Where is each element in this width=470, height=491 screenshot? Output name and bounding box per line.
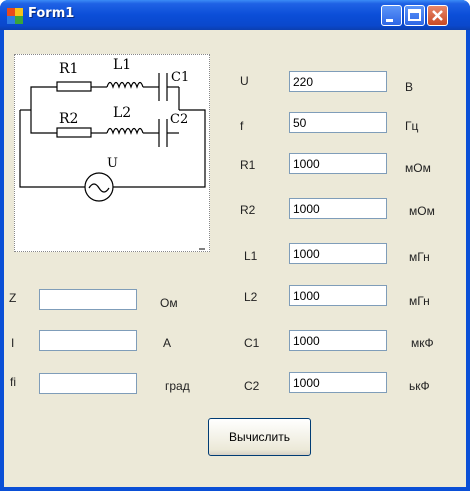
label-c2-param: C2 [244,379,260,393]
window-title: Form1 [28,6,75,21]
app-icon [7,8,23,24]
unit-c2: ькФ [409,379,430,393]
f-input[interactable] [289,112,387,133]
label-u: U [107,156,118,171]
fi-output[interactable] [39,373,137,394]
label-fi: fi [10,375,16,389]
label-l2-param: L2 [244,290,258,304]
label-l2: L2 [113,105,131,121]
label-r1: R1 [59,61,78,77]
label-r2: R2 [59,111,78,127]
label-c2: C2 [170,112,188,127]
c2-input[interactable] [289,372,387,393]
unit-c1: мкФ [411,336,434,350]
circuit-schematic: R1 L1 C1 R2 L2 C2 U [19,57,206,250]
label-u-param: U [240,74,249,88]
close-button[interactable] [427,5,448,26]
close-icon [432,10,443,21]
label-f-param: f [240,119,244,133]
u-input[interactable] [289,71,387,92]
l1-input[interactable] [289,243,387,264]
unit-f: Гц [405,119,419,133]
unit-l2: мГн [409,294,430,308]
unit-r1: мОм [405,161,431,175]
i-output[interactable] [39,330,137,351]
unit-u: В [405,80,414,94]
unit-l1: мГн [409,250,430,264]
unit-z: Ом [160,296,178,310]
label-c1-param: C1 [244,336,260,350]
l2-input[interactable] [289,285,387,306]
minimize-button[interactable] [381,5,402,26]
app-window: Form1 R1 L1 C1 R2 L2 C2 U U 220 В f 50 Г… [0,0,470,491]
maximize-icon [408,9,421,21]
unit-r2: мОм [409,204,435,218]
unit-fi: град [165,379,190,393]
unit-i: А [163,336,172,350]
label-z: Z [9,291,17,305]
r1-input[interactable] [289,153,387,174]
title-bar[interactable]: Form1 [0,0,470,30]
z-output[interactable] [39,289,137,310]
label-c1: C1 [171,70,189,85]
form-client-area: R1 L1 C1 R2 L2 C2 U U В f Гц R1 мОм R2 м… [4,30,466,487]
maximize-button[interactable] [404,5,425,26]
label-l1-param: L1 [244,249,258,263]
label-l1: L1 [113,57,131,73]
label-i: I [11,336,15,350]
c1-input[interactable] [289,330,387,351]
calculate-button[interactable]: Вычислить [208,418,311,456]
r2-input[interactable] [289,198,387,219]
label-r1-param: R1 [240,158,256,172]
circuit-diagram: R1 L1 C1 R2 L2 C2 U [14,54,210,252]
label-r2-param: R2 [240,203,256,217]
minimize-icon [386,19,393,22]
